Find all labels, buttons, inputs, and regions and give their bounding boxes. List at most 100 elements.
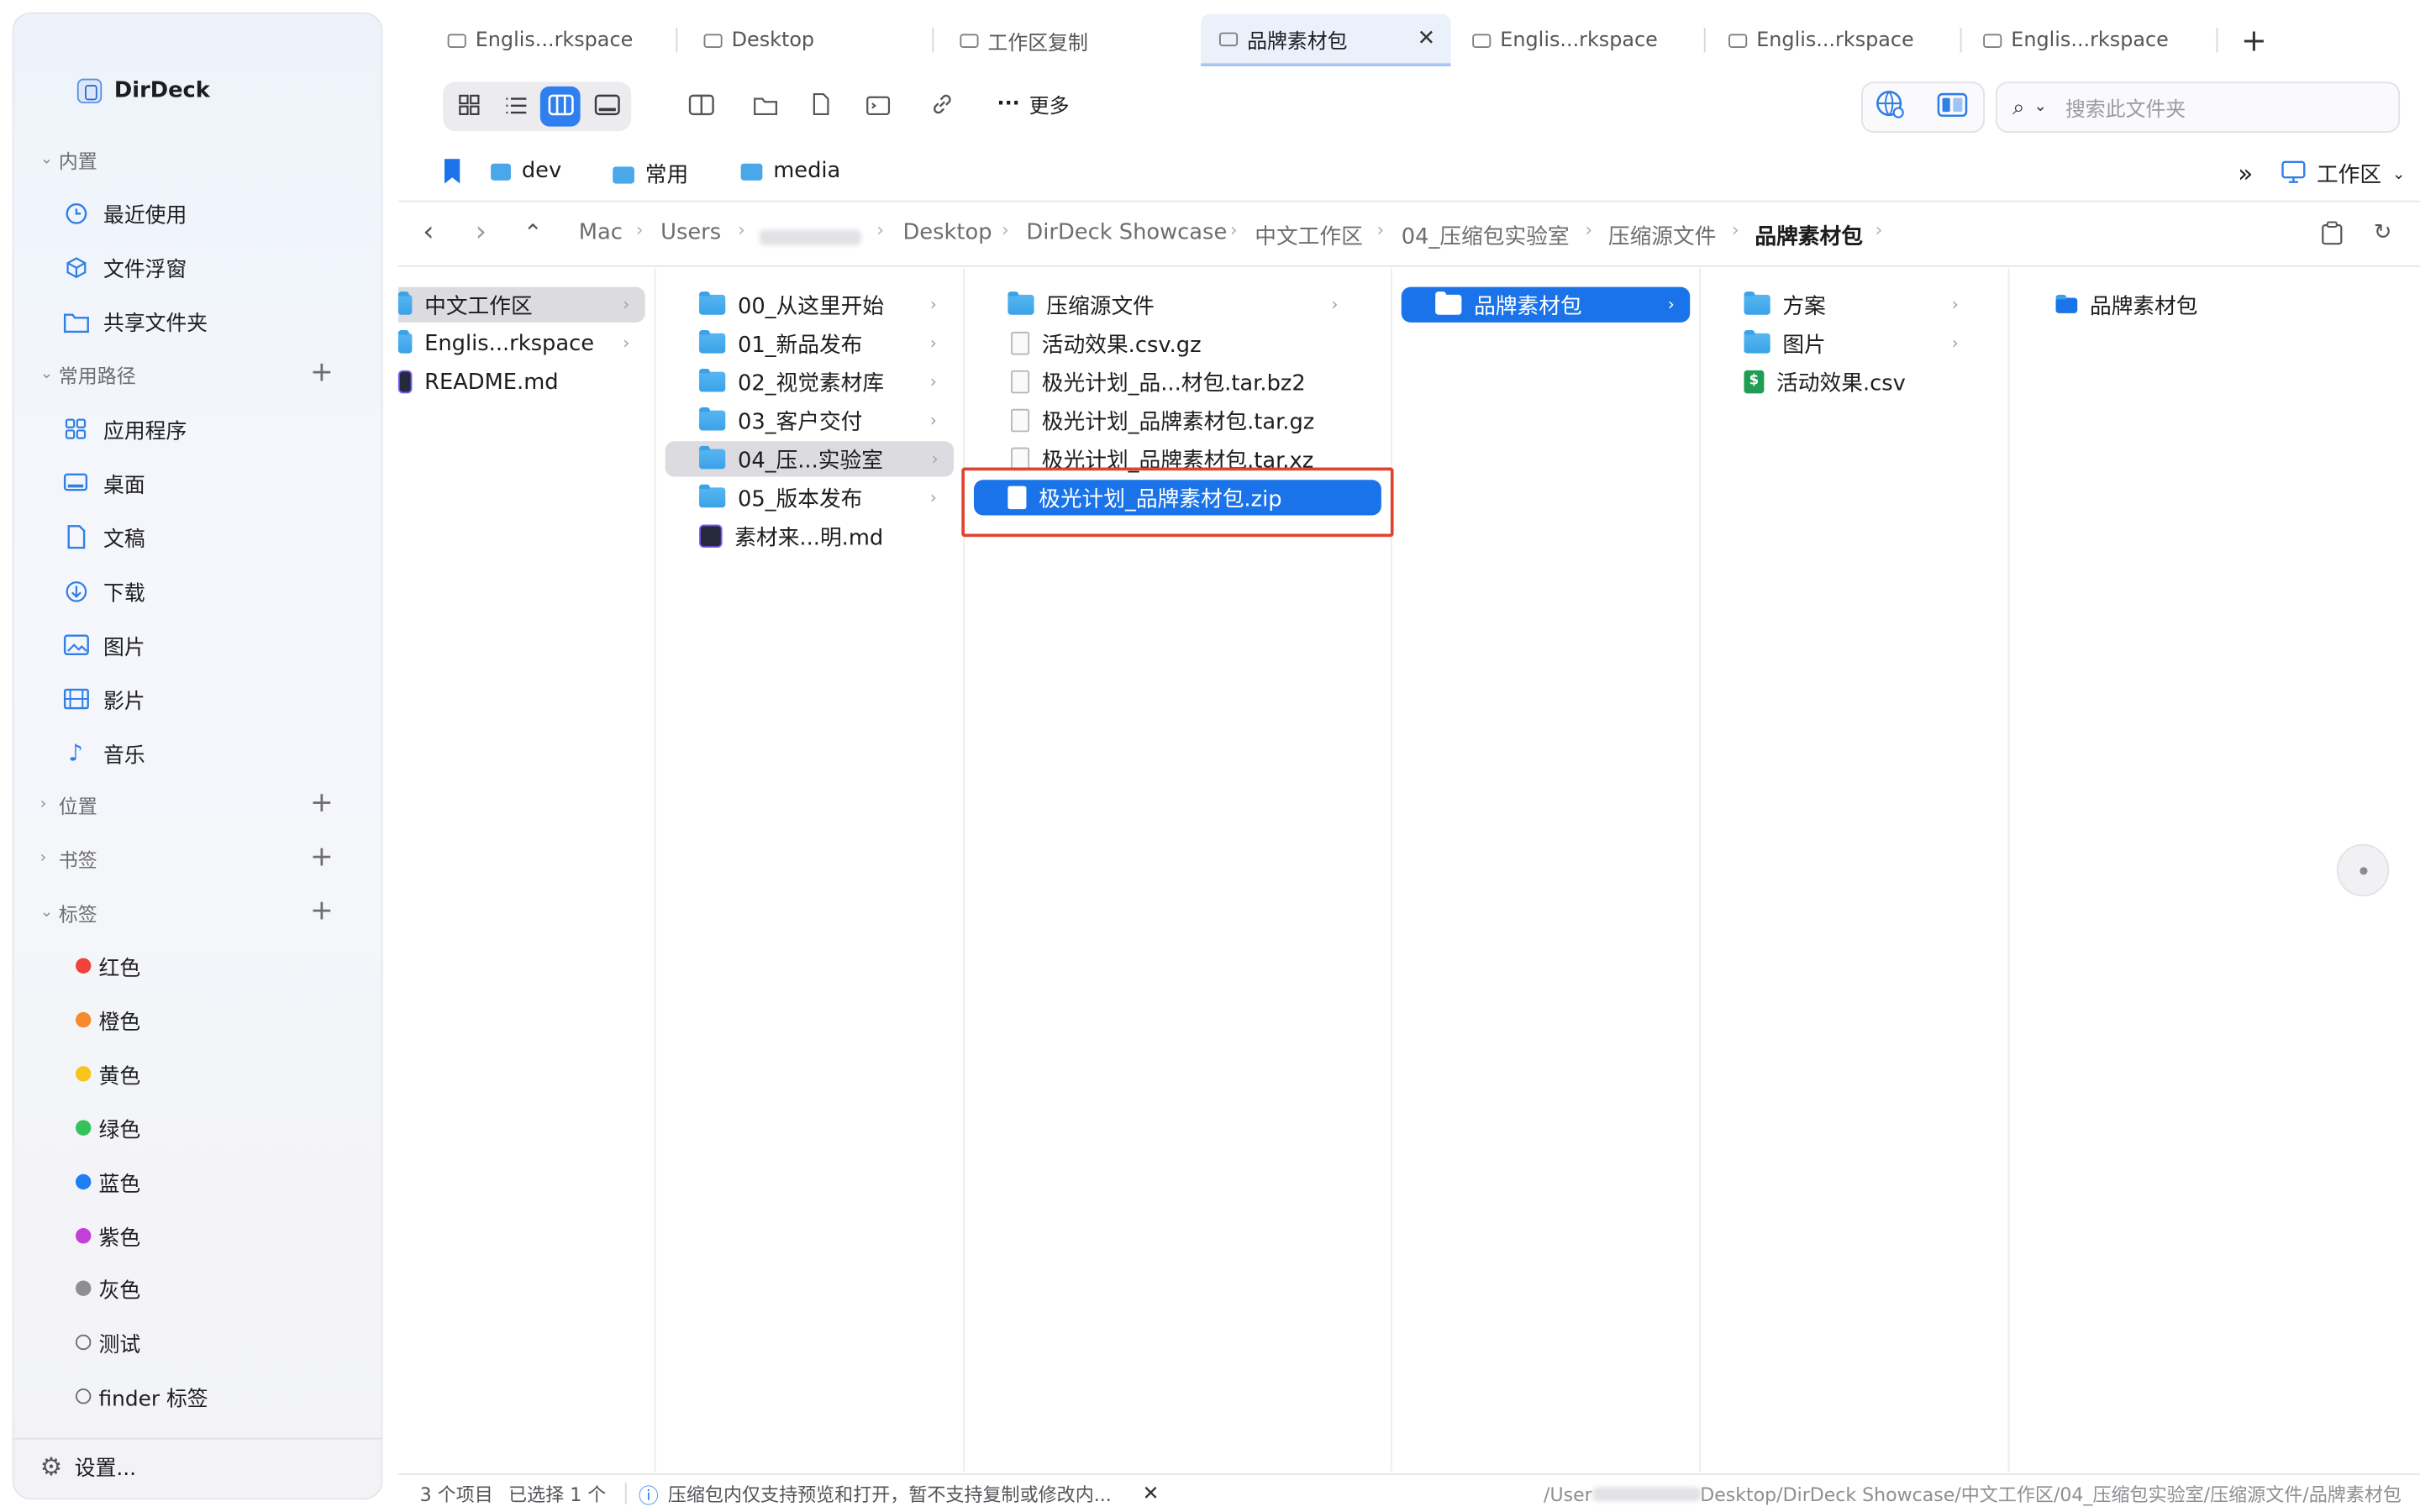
parent-folder-button[interactable]: ⌃	[523, 219, 543, 247]
folder-icon	[1007, 291, 1034, 315]
bookmark-common[interactable]: 常用	[613, 159, 688, 190]
list-item-folder[interactable]: 图片 ›	[1734, 326, 1974, 361]
tab-brand-assets[interactable]: 品牌素材包 ✕	[1200, 13, 1451, 66]
tag-red[interactable]: 红色	[74, 948, 140, 984]
list-item-folder[interactable]: Englis...rkspace ›	[397, 326, 645, 361]
list-item-folder[interactable]: 压缩源文件 ›	[998, 287, 1353, 323]
tag-test[interactable]: 测试	[74, 1324, 140, 1361]
preview-panel-button[interactable]	[1933, 88, 1973, 129]
list-item-folder[interactable]: 中文工作区 ›	[397, 286, 645, 323]
column-view-button[interactable]	[539, 86, 581, 127]
highlight-box	[961, 467, 1394, 538]
add-bookmark-button[interactable]: +	[310, 843, 334, 872]
list-item-folder[interactable]: 01_新品发布 ›	[690, 326, 952, 361]
list-item-file[interactable]: 极光计划_品...材包.tar.bz2	[1002, 364, 1356, 399]
breadcrumb-showcase[interactable]: DirDeck Showcase	[1026, 221, 1227, 245]
new-tab-button[interactable]: +	[2223, 14, 2267, 66]
breadcrumb-username-blurred[interactable]	[759, 227, 861, 251]
tag-green[interactable]: 绿色	[74, 1110, 140, 1147]
tag-blue[interactable]: 蓝色	[74, 1163, 140, 1200]
list-view-button[interactable]	[496, 87, 536, 127]
list-item-folder[interactable]: 品牌素材包	[2047, 287, 2355, 323]
refresh-button[interactable]: ↻	[2374, 221, 2392, 245]
section-builtin[interactable]: ⌄ 内置	[40, 142, 334, 176]
terminal-button[interactable]	[858, 87, 898, 127]
list-item-file[interactable]: $ 活动效果.csv	[1734, 364, 1974, 399]
section-tags[interactable]: ⌄ 标签 +	[40, 895, 334, 928]
list-item-folder[interactable]: 03_客户交付 ›	[690, 402, 952, 438]
new-file-button[interactable]	[801, 87, 841, 127]
list-item-folder[interactable]: 04_压...实验室 ›	[665, 441, 955, 477]
list-item-folder-selected[interactable]: 品牌素材包 ›	[1401, 286, 1691, 323]
tab-english-3[interactable]: Englis...rkspace	[1710, 14, 1957, 66]
list-item-file[interactable]: README.md	[397, 364, 645, 399]
sidebar-item-downloads[interactable]: 下载	[61, 572, 145, 609]
tag-purple[interactable]: 紫色	[74, 1217, 140, 1254]
new-folder-button[interactable]	[745, 87, 786, 127]
tab-english-1[interactable]: Englis...rkspace	[429, 14, 673, 66]
tag-finder[interactable]: finder 标签	[74, 1378, 208, 1415]
icon-view-button[interactable]	[449, 87, 489, 127]
settings-button[interactable]: ⚙ 设置...	[40, 1451, 136, 1481]
breadcrumb-desktop[interactable]: Desktop	[902, 221, 992, 245]
breadcrumb-brand-assets[interactable]: 品牌素材包	[1754, 221, 1863, 252]
more-button[interactable]: ··· 更多	[997, 90, 1070, 118]
gallery-view-button[interactable]	[587, 87, 627, 127]
bookmark-media[interactable]: media	[740, 159, 840, 184]
bookmark-dev[interactable]: dev	[491, 159, 561, 184]
sidebar-item-apps[interactable]: 应用程序	[61, 411, 187, 448]
sidebar-item-documents[interactable]: 文稿	[61, 518, 145, 555]
breadcrumb-source[interactable]: 压缩源文件	[1608, 221, 1717, 252]
add-tag-button[interactable]: +	[310, 897, 334, 926]
photos-icon	[61, 631, 89, 659]
bookmarks-overflow-button[interactable]: »	[2238, 159, 2253, 188]
tab-english-2[interactable]: Englis...rkspace	[1454, 14, 1701, 66]
breadcrumb-cn-workspace[interactable]: 中文工作区	[1255, 221, 1363, 252]
chevron-left-icon: ‹	[423, 216, 434, 249]
list-item-folder[interactable]: 方案 ›	[1734, 287, 1974, 323]
list-item-folder[interactable]: 05_版本发布 ›	[690, 480, 952, 515]
sidebar-item-float[interactable]: 文件浮窗	[61, 249, 187, 286]
search-field[interactable]: ⌕ ⌄ 搜索此文件夹	[1995, 81, 2401, 133]
tag-orange[interactable]: 橙色	[74, 1001, 140, 1038]
list-item-file[interactable]: 活动效果.csv.gz	[1002, 326, 1356, 361]
forward-button[interactable]: ›	[476, 216, 487, 249]
section-paths[interactable]: ⌄ 常用路径 +	[40, 356, 334, 390]
list-item-file[interactable]: 极光计划_品牌素材包.tar.gz	[1002, 402, 1356, 438]
scroll-indicator[interactable]	[2336, 843, 2390, 897]
add-path-button[interactable]: +	[310, 359, 334, 387]
sidebar-item-desktop[interactable]: 桌面	[61, 465, 145, 501]
chevron-right-icon: ›	[931, 449, 939, 470]
breadcrumb-mac[interactable]: Mac	[579, 221, 623, 245]
add-location-button[interactable]: +	[310, 789, 334, 817]
sidebar-item-pictures[interactable]: 图片	[61, 627, 145, 664]
folder-icon	[740, 162, 763, 180]
dismiss-notice-icon[interactable]: ✕	[1143, 1482, 1160, 1505]
copy-link-button[interactable]	[922, 87, 962, 127]
back-button[interactable]: ‹	[423, 216, 434, 249]
tag-yellow[interactable]: 黄色	[74, 1055, 140, 1092]
sidebar-item-music[interactable]: ♪ 音乐	[61, 734, 145, 771]
tab-desktop[interactable]: Desktop	[686, 14, 933, 66]
tab-english-4[interactable]: Englis...rkspace	[1965, 14, 2212, 66]
copy-path-button[interactable]	[2321, 221, 2343, 252]
section-bookmarks[interactable]: › 书签 +	[40, 841, 334, 874]
list-item-folder[interactable]: 00_从这里开始 ›	[690, 287, 952, 323]
sidebar-item-movies[interactable]: 影片	[61, 680, 145, 717]
breadcrumb-archive-lab[interactable]: 04_压缩包实验室	[1402, 221, 1570, 252]
current-path: /User Desktop/DirDeck Showcase/中文工作区/04_压…	[1544, 1483, 2402, 1505]
workspace-menu[interactable]: 工作区 ⌄	[2281, 159, 2405, 190]
yellow-tag-dot	[76, 1066, 92, 1082]
list-item-folder[interactable]: 02_视觉素材库 ›	[690, 364, 952, 399]
sidebar-item-recent[interactable]: 最近使用	[61, 194, 187, 231]
tab-workspace-copy[interactable]: 工作区复制	[941, 14, 1188, 66]
item-count: 3 个项目	[419, 1483, 493, 1505]
breadcrumb-users[interactable]: Users	[660, 221, 721, 245]
close-tab-icon[interactable]: ✕	[1418, 26, 1436, 50]
split-view-button[interactable]	[681, 87, 721, 127]
sidebar-item-shared[interactable]: 共享文件夹	[61, 302, 208, 339]
tag-gray[interactable]: 灰色	[74, 1270, 140, 1307]
list-item-file[interactable]: 素材来...明.md	[690, 518, 952, 554]
network-browse-button[interactable]	[1870, 88, 1911, 129]
section-locations[interactable]: › 位置 +	[40, 787, 334, 821]
